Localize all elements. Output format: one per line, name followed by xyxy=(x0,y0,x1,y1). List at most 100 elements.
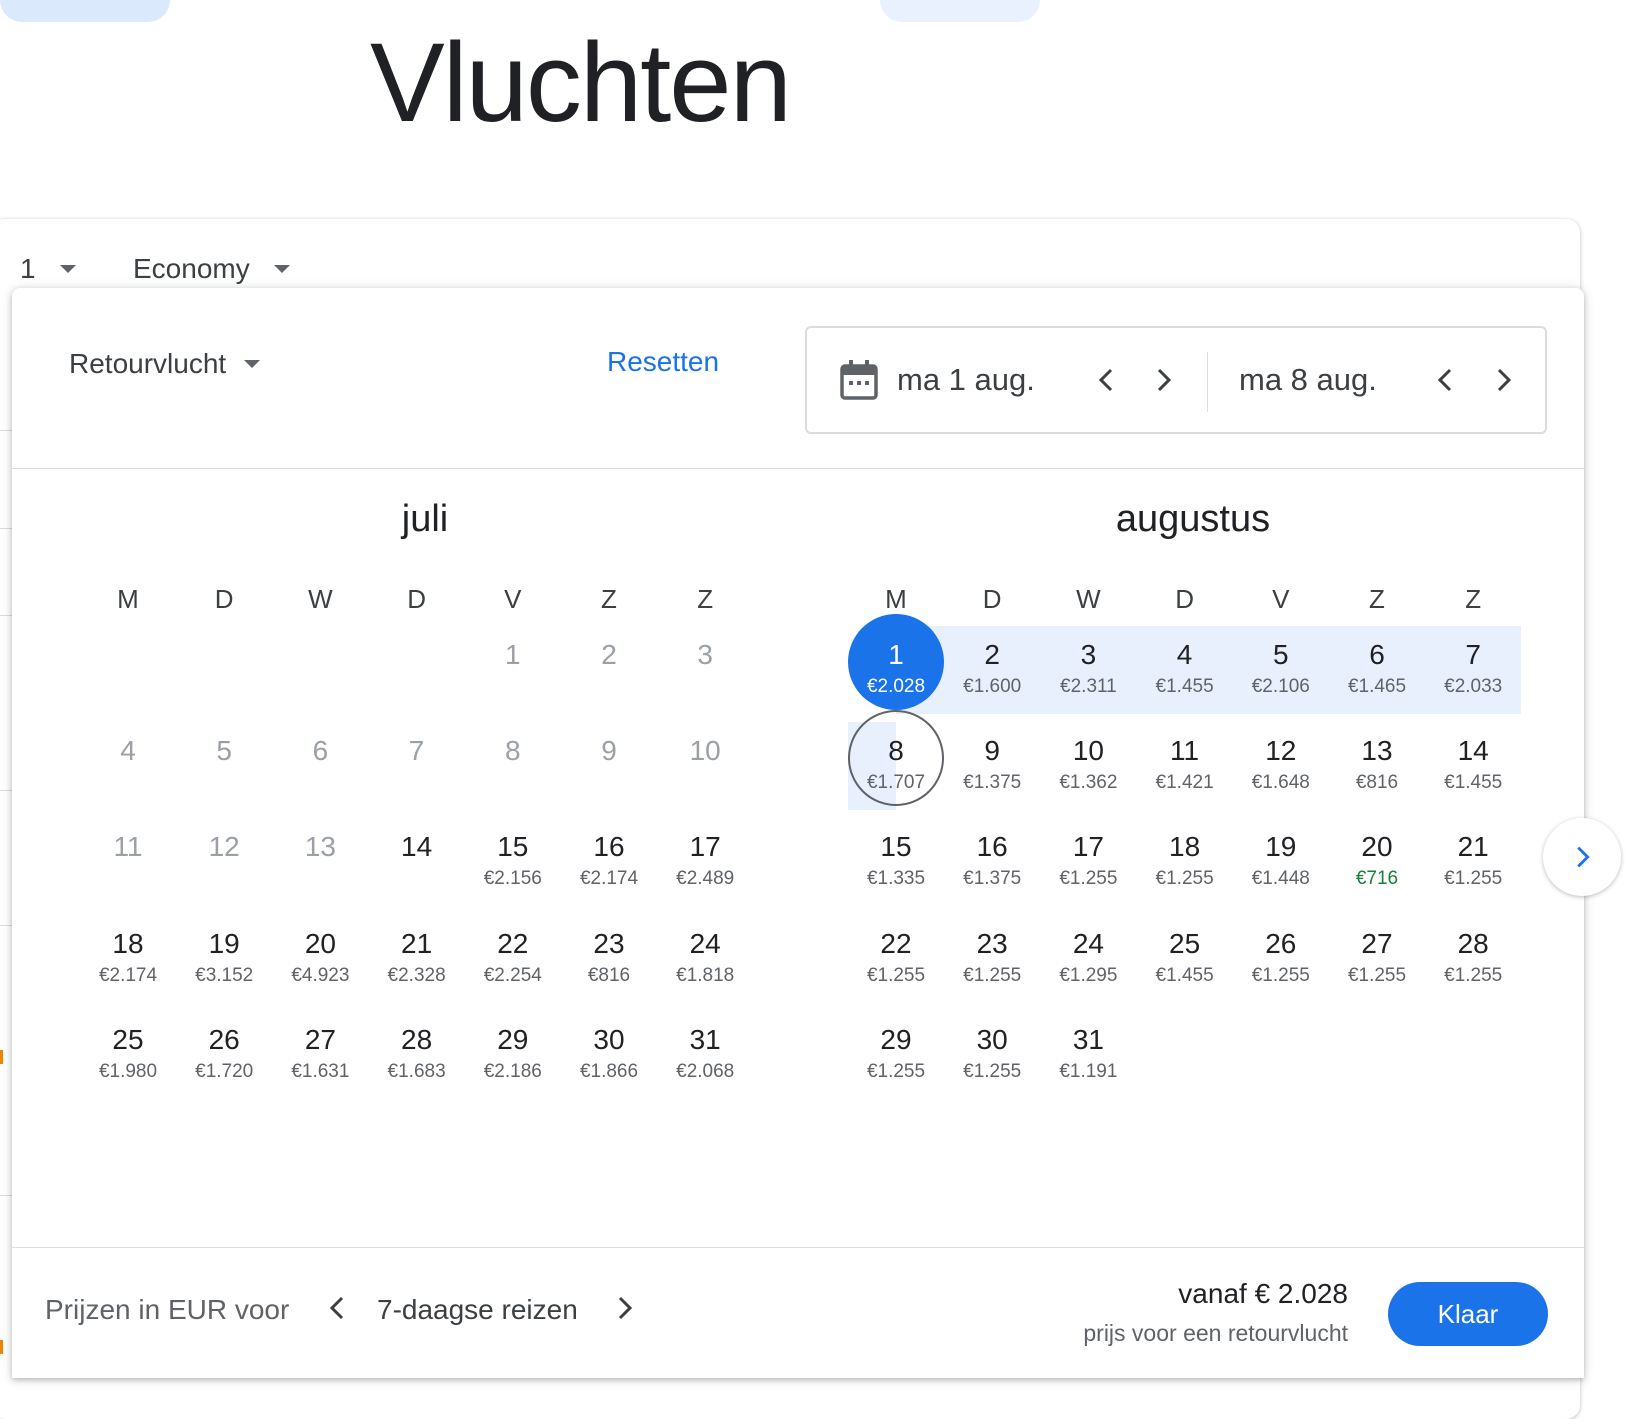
calendar-day[interactable]: 13 €816 xyxy=(1329,710,1425,806)
day-number: 16 xyxy=(976,831,1008,863)
day-price: €1.255 xyxy=(866,964,926,986)
day-number: 11 xyxy=(113,831,143,863)
cabin-class-select[interactable]: Economy xyxy=(133,253,290,285)
calendar-day[interactable]: 22 €1.255 xyxy=(848,903,944,999)
calendar-day[interactable]: 14 xyxy=(369,806,465,902)
return-next-chevron-right-icon[interactable] xyxy=(1487,364,1519,396)
calendar-day[interactable]: 10 €1.362 xyxy=(1040,710,1136,806)
calendar-day[interactable]: 30 €1.255 xyxy=(944,999,1040,1095)
calendar-day[interactable]: 3 €2.311 xyxy=(1040,614,1136,710)
day-number: 1 xyxy=(505,639,521,670)
calendar-day: 2 xyxy=(561,614,657,710)
calendar-day[interactable]: 5 €2.106 xyxy=(1233,614,1329,710)
divider xyxy=(0,925,12,926)
calendar-day[interactable]: 27 €1.631 xyxy=(272,999,368,1095)
calendar-day[interactable]: 27 €1.255 xyxy=(1329,903,1425,999)
calendar-day[interactable]: 20 €4.923 xyxy=(272,903,368,999)
return-date-field[interactable]: ma 8 aug. xyxy=(1239,328,1439,432)
calendar-day[interactable]: 25 €1.455 xyxy=(1137,903,1233,999)
calendar-day[interactable]: 2 €1.600 xyxy=(944,614,1040,710)
day-number: 17 xyxy=(1072,831,1104,863)
calendar-day[interactable]: 14 €1.455 xyxy=(1425,710,1521,806)
calendar-day[interactable]: 31 €1.191 xyxy=(1040,999,1136,1095)
calendar-day: 1 xyxy=(465,614,561,710)
day-price: €1.980 xyxy=(98,1060,158,1082)
day-number: 31 xyxy=(1072,1023,1104,1055)
calendar-day[interactable]: 12 €1.648 xyxy=(1233,710,1329,806)
done-button[interactable]: Klaar xyxy=(1388,1282,1548,1346)
calendar-day[interactable]: 28 €1.683 xyxy=(369,999,465,1095)
next-month-button[interactable] xyxy=(1543,818,1621,896)
duration-next-chevron-right-icon[interactable] xyxy=(608,1292,640,1324)
day-number: 26 xyxy=(208,1023,240,1055)
day-price: €2.028 xyxy=(866,676,926,697)
day-number: 28 xyxy=(401,1023,433,1055)
calendar-day[interactable]: 21 €1.255 xyxy=(1425,806,1521,902)
calendar-day: 10 xyxy=(657,710,753,806)
reset-button[interactable]: Resetten xyxy=(607,346,719,378)
calendar-day[interactable]: 16 €2.174 xyxy=(561,806,657,902)
calendar-day[interactable]: 18 €1.255 xyxy=(1137,806,1233,902)
calendar-day[interactable]: 26 €1.255 xyxy=(1233,903,1329,999)
calendar-day[interactable]: 19 €3.152 xyxy=(176,903,272,999)
calendar-day[interactable]: 28 €1.255 xyxy=(1425,903,1521,999)
price-currency-label: Prijzen in EUR voor xyxy=(45,1294,290,1325)
calendar-day[interactable]: 29 €1.255 xyxy=(848,999,944,1095)
day-number: 30 xyxy=(976,1023,1008,1055)
divider xyxy=(0,790,12,791)
day-number: 29 xyxy=(880,1023,912,1055)
day-number: 20 xyxy=(304,927,336,959)
return-prev-chevron-left-icon[interactable] xyxy=(1430,364,1462,396)
day-number: 12 xyxy=(208,831,240,863)
chevron-right-icon xyxy=(1577,846,1590,868)
calendar-day[interactable]: 23 €816 xyxy=(561,903,657,999)
departure-date-field[interactable]: ma 1 aug. xyxy=(839,328,1199,432)
day-number: 10 xyxy=(1072,735,1104,767)
weekday-label: D xyxy=(214,584,234,614)
calendar-day[interactable]: 23 €1.255 xyxy=(944,903,1040,999)
calendar-day[interactable]: 26 €1.720 xyxy=(176,999,272,1095)
calendar-day[interactable]: 6 €1.465 xyxy=(1329,614,1425,710)
calendar-day[interactable]: 17 €2.489 xyxy=(657,806,753,902)
day-number: 15 xyxy=(880,831,912,863)
passenger-select[interactable]: 1 xyxy=(20,253,76,285)
departure-prev-chevron-left-icon[interactable] xyxy=(1091,364,1123,396)
day-price: €2.489 xyxy=(676,868,735,890)
departure-next-chevron-right-icon[interactable] xyxy=(1147,364,1179,396)
calendar-day[interactable]: 7 €2.033 xyxy=(1425,614,1521,710)
calendar-day[interactable]: 11 €1.421 xyxy=(1137,710,1233,806)
calendar-day[interactable]: 24 €1.818 xyxy=(657,903,753,999)
calendar-day[interactable]: 4 €1.455 xyxy=(1137,614,1233,710)
trip-type-select[interactable]: Retourvlucht xyxy=(69,348,261,380)
calendar-day[interactable]: 30 €1.866 xyxy=(561,999,657,1095)
weekday-label: V xyxy=(1272,584,1290,614)
header-illustration xyxy=(880,0,1040,22)
calendar-day[interactable]: 15 €2.156 xyxy=(465,806,561,902)
calendar-day[interactable]: 1 €2.028 xyxy=(848,614,944,710)
calendar-day[interactable]: 24 €1.295 xyxy=(1040,903,1136,999)
day-price: €1.707 xyxy=(866,772,926,794)
weekday-label: D xyxy=(407,584,426,614)
calendar-day[interactable]: 18 €2.174 xyxy=(80,903,176,999)
duration-prev-chevron-left-icon[interactable] xyxy=(322,1292,354,1324)
calendar-day[interactable]: 17 €1.255 xyxy=(1040,806,1136,902)
caret-down-icon xyxy=(273,265,290,273)
date-divider xyxy=(1207,352,1208,412)
calendar-day: 8 xyxy=(465,710,561,806)
calendar-day[interactable]: 16 €1.375 xyxy=(944,806,1040,902)
day-price: €2.068 xyxy=(676,1060,735,1082)
calendar-day[interactable]: 8 €1.707 xyxy=(848,710,944,807)
day-price: €1.455 xyxy=(1155,964,1214,986)
calendar-day[interactable]: 29 €2.186 xyxy=(465,999,561,1095)
caret-down-icon xyxy=(244,360,261,368)
calendar-day[interactable]: 21 €2.328 xyxy=(369,903,465,999)
calendar-day[interactable]: 20 €716 xyxy=(1329,806,1425,902)
calendar-day[interactable]: 19 €1.448 xyxy=(1233,806,1329,902)
calendar-day[interactable]: 9 €1.375 xyxy=(944,710,1040,806)
calendar-day: 12 xyxy=(176,806,272,902)
calendar-day[interactable]: 25 €1.980 xyxy=(80,999,176,1095)
calendar-day[interactable]: 22 €2.254 xyxy=(465,903,561,999)
calendar-day[interactable]: 31 €2.068 xyxy=(657,999,753,1095)
caret-down-icon xyxy=(59,265,76,273)
calendar-day[interactable]: 15 €1.335 xyxy=(848,806,944,902)
